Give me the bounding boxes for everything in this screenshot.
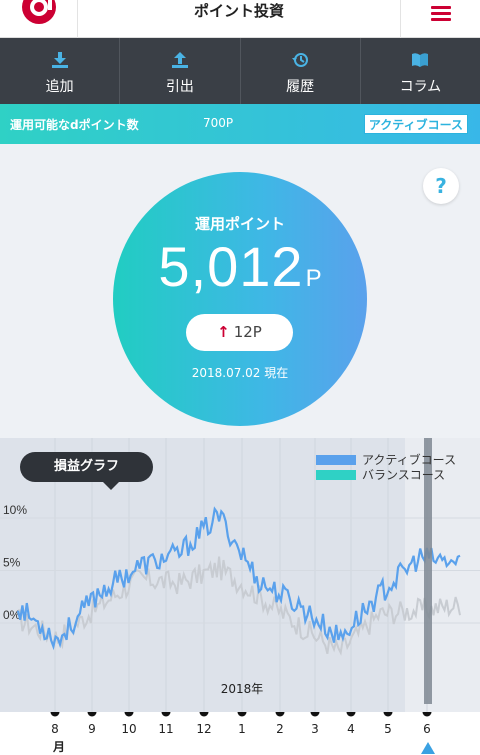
month-label-10[interactable]: 10 [121, 722, 136, 736]
legend-swatch-balance [316, 469, 356, 480]
up-arrow-icon: ↑ [217, 323, 230, 341]
month-dot-8 [50, 712, 60, 717]
docomo-d-logo-icon[interactable] [22, 0, 56, 24]
month-dot-9 [87, 712, 97, 717]
points-amount-number: 5,012 [158, 235, 304, 298]
nav-column-button[interactable]: コラム [361, 38, 480, 104]
legend-item-balance: バランスコース [316, 467, 456, 482]
month-dot-4 [346, 712, 356, 717]
month-dot-2 [275, 712, 285, 717]
download-arrow-icon [51, 52, 68, 68]
history-icon [292, 53, 309, 67]
month-label-8[interactable]: 8 [51, 722, 59, 736]
points-change-value: 12P [233, 323, 262, 341]
upload-arrow-icon [171, 52, 188, 68]
month-dot-12 [199, 712, 209, 717]
nav-withdraw-label: 引出 [165, 79, 194, 95]
ytick-label-10: 10% [3, 503, 27, 517]
month-label-4[interactable]: 4 [347, 722, 355, 736]
month-label-12[interactable]: 12 [196, 722, 211, 736]
month-dot-11 [161, 712, 171, 717]
legend-label-balance: バランスコース [362, 468, 446, 482]
nav-history-button[interactable]: 履歴 [241, 38, 361, 104]
month-label-5[interactable]: 5 [384, 722, 392, 736]
ytick-label-5: 5% [3, 556, 21, 570]
logo-area[interactable] [0, 0, 78, 38]
points-amount: 5,012P [113, 234, 367, 299]
month-dot-5 [383, 712, 393, 717]
legend-swatch-active [316, 454, 356, 465]
chart-legend: アクティブコース バランスコース [316, 452, 456, 482]
year-label: 2018年 [221, 682, 264, 696]
month-dot-10 [124, 712, 134, 717]
nav-add-button[interactable]: 追加 [0, 38, 121, 104]
page-title: ポイント投資 [193, 2, 284, 20]
points-change-badge: ↑ 12P [186, 314, 293, 351]
profit-loss-graph[interactable]: 10% 5% 0% 2018年 損益グラフ アクティブコース バランスコース [0, 438, 480, 712]
month-label-1[interactable]: 1 [238, 722, 246, 736]
hamburger-menu-icon[interactable] [431, 6, 451, 22]
nav-withdraw-button[interactable]: 引出 [120, 38, 241, 104]
action-nav: 追加 引出 履歴 コラム [0, 38, 480, 104]
menu-area[interactable] [400, 0, 480, 38]
nav-history-label: 履歴 [286, 79, 315, 95]
month-dot-6 [422, 712, 432, 717]
current-month-marker-icon[interactable] [421, 742, 435, 754]
month-label-3[interactable]: 3 [311, 722, 319, 736]
available-points-label: 運用可能なdポイント数 [10, 118, 139, 132]
nav-column-label: コラム [399, 79, 442, 95]
month-axis: 8 9 10 11 12 1 2 3 4 5 6 月 [0, 712, 480, 755]
app-header: ポイント投資 [0, 0, 480, 38]
points-amount-unit: P [305, 265, 322, 292]
course-button[interactable]: アクティブコース [363, 114, 468, 134]
graph-title-badge: 損益グラフ [20, 452, 153, 490]
month-dot-3 [310, 712, 320, 717]
help-button[interactable]: ? [423, 168, 459, 204]
month-label-11[interactable]: 11 [158, 722, 173, 736]
month-unit-label: 月 [53, 740, 66, 754]
points-date: 2018.07.02 現在 [191, 366, 289, 380]
points-title: 運用ポイント [194, 215, 285, 233]
month-label-9[interactable]: 9 [88, 722, 96, 736]
book-icon [412, 53, 429, 67]
available-points-value: 700P [203, 116, 234, 130]
month-label-2[interactable]: 2 [276, 722, 284, 736]
nav-add-label: 追加 [45, 79, 74, 95]
month-label-6[interactable]: 6 [423, 722, 431, 736]
month-dot-1 [237, 712, 247, 717]
legend-item-active: アクティブコース [316, 452, 456, 467]
points-summary-circle: 運用ポイント 5,012P ↑ 12P 2018.07.02 現在 [113, 172, 367, 426]
available-points-bar: 運用可能なdポイント数 700P アクティブコース [0, 104, 480, 144]
